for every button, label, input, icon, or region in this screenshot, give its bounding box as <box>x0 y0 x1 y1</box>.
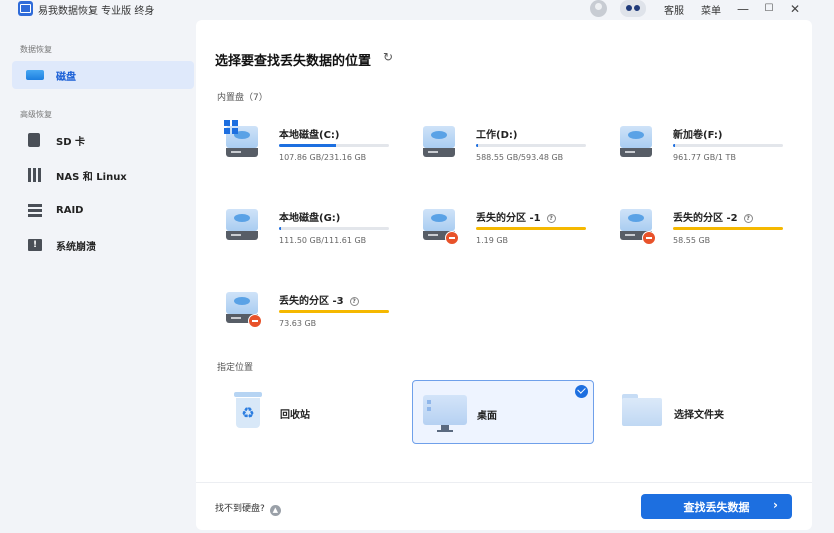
avatar[interactable] <box>590 0 607 17</box>
hard-drive-icon <box>223 288 262 328</box>
sidebar-item-raid[interactable]: RAID <box>12 196 194 224</box>
lost-partition-icon <box>248 314 262 328</box>
location-desktop[interactable]: 桌面 <box>412 380 594 444</box>
help-icon[interactable]: ? <box>546 214 556 223</box>
raid-icon <box>28 203 42 217</box>
recycle-bin-icon: ♻ <box>234 392 262 428</box>
builtin-drives-label: 内置盘（7） <box>217 93 268 103</box>
sidebar-item-label: 磁盘 <box>56 71 76 83</box>
assistant-robot-icon[interactable] <box>620 0 646 17</box>
windows-icon <box>224 120 238 134</box>
drive-card-lost-3[interactable]: 丢失的分区 -3? 73.63 GB <box>211 288 396 348</box>
sidebar-item-label: RAID <box>56 204 84 216</box>
drive-name: 丢失的分区 -3? <box>279 292 359 307</box>
usage-bar <box>279 227 389 230</box>
location-label: 选择文件夹 <box>674 410 724 421</box>
drive-card-lost-1[interactable]: 丢失的分区 -1? 1.19 GB <box>408 205 593 265</box>
app-title: 易我数据恢复 专业版 终身 <box>38 6 155 17</box>
disk-icon <box>26 70 44 80</box>
sidebar-item-label: NAS 和 Linux <box>56 171 127 183</box>
usage-bar <box>476 144 586 147</box>
sidebar-item-label: 系统崩溃 <box>56 241 96 253</box>
sidebar-item-nas-linux[interactable]: NAS 和 Linux <box>12 161 194 189</box>
sidebar-item-sd-card[interactable]: SD 卡 <box>12 126 194 154</box>
desktop-icon <box>423 395 467 425</box>
footer-divider <box>196 482 812 483</box>
location-choose-folder[interactable]: 选择文件夹 <box>612 380 794 444</box>
drive-size: 107.86 GB/231.16 GB <box>279 153 367 162</box>
drive-name: 丢失的分区 -2? <box>673 209 753 224</box>
drive-name: 本地磁盘(G:) <box>279 213 341 224</box>
sd-card-icon <box>28 133 40 147</box>
maximize-icon[interactable]: ☐ <box>760 0 778 17</box>
title-bar: 易我数据恢复 专业版 终身 客服 菜单 — ☐ ✕ <box>0 0 834 18</box>
location-recycle-bin[interactable]: ♻ 回收站 <box>216 380 398 444</box>
drive-card-g[interactable]: 本地磁盘(G:) 111.50 GB/111.61 GB <box>211 205 396 265</box>
check-icon <box>575 385 588 398</box>
main-panel: 选择要查找丢失数据的位置 ↻ 内置盘（7） 本地磁盘(C:) 107.86 GB… <box>196 20 812 530</box>
location-label: 桌面 <box>477 411 497 422</box>
menu-link[interactable]: 菜单 <box>701 2 721 17</box>
drive-size: 1.19 GB <box>476 236 509 245</box>
sidebar: 数据恢复 磁盘 高级恢复 SD 卡 NAS 和 Linux RAID ! 系统崩… <box>8 22 198 530</box>
app-logo-icon <box>18 1 33 16</box>
lost-partition-icon <box>642 231 656 245</box>
usage-bar <box>279 144 389 147</box>
hard-drive-icon <box>223 120 261 162</box>
hard-drive-icon <box>617 205 656 245</box>
hard-drive-icon <box>420 205 459 245</box>
lost-partition-icon <box>445 231 459 245</box>
drive-size: 58.55 GB <box>673 236 711 245</box>
usage-bar <box>673 227 783 230</box>
close-icon[interactable]: ✕ <box>786 0 804 17</box>
drive-name: 工作(D:) <box>476 130 518 141</box>
refresh-icon[interactable]: ↻ <box>383 50 393 64</box>
usage-bar <box>673 144 783 147</box>
specified-location-label: 指定位置 <box>217 363 254 373</box>
drive-card-d[interactable]: 工作(D:) 588.55 GB/593.48 GB <box>408 122 593 182</box>
help-icon[interactable]: ? <box>349 297 359 306</box>
chevron-up-icon: ▲ <box>269 505 281 516</box>
drive-name: 新加卷(F:) <box>673 130 723 141</box>
drive-size: 111.50 GB/111.61 GB <box>279 236 367 245</box>
drive-size: 73.63 GB <box>279 319 317 328</box>
usage-bar <box>476 227 586 230</box>
hard-drive-icon <box>223 205 261 245</box>
minimize-icon[interactable]: — <box>734 0 752 17</box>
sidebar-section-data-recovery: 数据恢复 <box>20 45 52 54</box>
sidebar-item-system-crash[interactable]: ! 系统崩溃 <box>12 231 194 259</box>
folder-icon <box>622 394 662 426</box>
drive-size: 961.77 GB/1 TB <box>673 153 736 162</box>
hard-drive-icon <box>617 122 655 162</box>
drive-name: 本地磁盘(C:) <box>279 130 340 141</box>
sidebar-item-label: SD 卡 <box>56 136 85 148</box>
page-title: 选择要查找丢失数据的位置 <box>215 54 372 69</box>
scan-lost-data-button[interactable]: 查找丢失数据 › <box>641 494 792 519</box>
drive-card-f[interactable]: 新加卷(F:) 961.77 GB/1 TB <box>605 122 790 182</box>
drive-size: 588.55 GB/593.48 GB <box>476 153 564 162</box>
sidebar-item-disk[interactable]: 磁盘 <box>12 61 194 89</box>
drive-card-c[interactable]: 本地磁盘(C:) 107.86 GB/231.16 GB <box>211 120 396 182</box>
hard-drive-icon <box>420 122 458 162</box>
sidebar-section-advanced: 高级恢复 <box>20 110 52 119</box>
chevron-right-icon: › <box>773 498 778 512</box>
drive-card-lost-2[interactable]: 丢失的分区 -2? 58.55 GB <box>605 205 790 265</box>
help-icon[interactable]: ? <box>743 214 753 223</box>
system-crash-icon: ! <box>28 239 42 251</box>
location-label: 回收站 <box>280 410 310 421</box>
customer-service-link[interactable]: 客服 <box>664 2 684 17</box>
drive-name: 丢失的分区 -1? <box>476 209 556 224</box>
usage-bar <box>279 310 389 313</box>
cant-find-disk-link[interactable]: 找不到硬盘? ▲ <box>215 501 281 516</box>
nas-icon <box>28 168 42 182</box>
